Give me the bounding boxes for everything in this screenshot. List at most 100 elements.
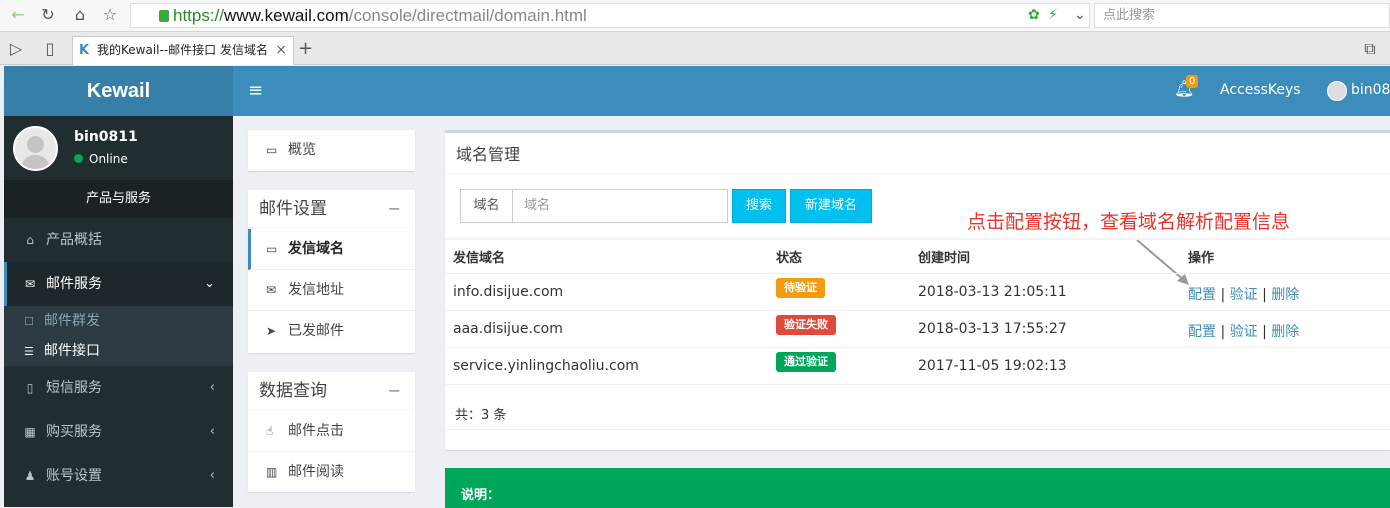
nav-mail-reads[interactable]: ▥ 邮件阅读: [248, 452, 415, 493]
star-icon[interactable]: ☆: [98, 4, 122, 26]
separator: |: [1262, 324, 1267, 340]
overview-box: ▭ 概览: [248, 130, 415, 171]
sidebar-username: bin0811: [74, 129, 138, 145]
nav-overview[interactable]: ▭ 概览: [248, 130, 415, 171]
home-icon[interactable]: ⌂: [68, 4, 92, 26]
annotation-text: 点击配置按钮，查看域名解析配置信息: [967, 211, 1291, 233]
chevron-down-icon: ⌄: [204, 276, 215, 291]
user-icon: ♟: [24, 469, 36, 483]
online-status: Online: [74, 152, 128, 166]
nav-label: 已发邮件: [288, 323, 344, 339]
envelope-icon: ✉: [266, 283, 277, 297]
app: Kewail ≡ 🔔︎ 0 AccessKeys bin0811 bin0811…: [4, 66, 1390, 508]
row-divider: [445, 310, 1390, 311]
verify-link[interactable]: 验证: [1230, 287, 1258, 303]
restore-icon[interactable]: ⧉: [1358, 38, 1382, 60]
annotation-arrow: [1136, 239, 1189, 285]
back-icon[interactable]: ←: [6, 4, 30, 26]
cell-actions: 配置 | 验证 | 删除: [1188, 284, 1299, 304]
top-navbar: ≡ 🔔︎ 0 AccessKeys bin0811: [233, 66, 1390, 116]
url-host: www.kewail.com: [224, 6, 349, 25]
cell-actions: 配置 | 验证 | 删除: [1188, 321, 1299, 341]
nav-label: 发信地址: [288, 282, 344, 298]
address-bar[interactable]: https://www.kewail.com/console/directmai…: [130, 3, 1090, 28]
notification-badge: 0: [1186, 75, 1199, 88]
access-keys-link[interactable]: AccessKeys: [1220, 82, 1301, 98]
sidebar-subitem-mass-mail[interactable]: ☐ 邮件群发: [4, 306, 233, 336]
configure-link[interactable]: 配置: [1188, 324, 1216, 340]
box-title-text: 数据查询: [259, 381, 327, 401]
total-count: 共：3 条: [455, 408, 507, 423]
page-icon[interactable]: ▯: [38, 38, 62, 60]
sidebar-subitem-mail-api[interactable]: ☰ 邮件接口: [4, 336, 233, 366]
collapse-icon[interactable]: −: [388, 190, 401, 228]
sidebar-item-mail-service[interactable]: ✉ 邮件服务 ⌄: [4, 262, 233, 306]
new-tab-button[interactable]: +: [298, 38, 313, 59]
sidebar-item-label: 产品概括: [46, 232, 102, 248]
app-logo[interactable]: Kewail: [4, 66, 233, 116]
status-text: Online: [89, 152, 128, 166]
menu-toggle-icon[interactable]: ≡: [248, 80, 263, 102]
tab-strip: ▷ ▯ K 我的Kewail--邮件接口 发信域名 × + ⧉: [0, 32, 1390, 65]
sidebar-item-overview[interactable]: ⌂ 产品概括: [4, 218, 233, 262]
sidebar-toggle-icon[interactable]: ▷: [4, 38, 28, 60]
sidebar-item-purchase[interactable]: ▦ 购买服务 ‹: [4, 410, 233, 454]
lightning-icon[interactable]: ⚡: [1048, 4, 1058, 26]
row-divider: [445, 429, 1390, 430]
delete-link[interactable]: 删除: [1271, 324, 1299, 340]
close-tab-icon[interactable]: ×: [275, 37, 287, 64]
nav-sent-mail[interactable]: ➤ 已发邮件: [248, 311, 415, 352]
cell-domain: aaa.disijue.com: [453, 321, 563, 337]
mail-settings-title: 邮件设置 −: [248, 190, 415, 228]
verify-link[interactable]: 验证: [1230, 324, 1258, 340]
configure-link[interactable]: 配置: [1188, 287, 1216, 303]
header-domain: 发信域名: [453, 251, 506, 266]
sidebar-item-label: 短信服务: [46, 380, 102, 396]
note-box: 说明：: [445, 468, 1390, 508]
row-divider: [445, 273, 1390, 274]
nav-label: 发信域名: [288, 241, 344, 257]
cell-created: 2018-03-13 21:05:11: [918, 284, 1067, 300]
list-icon: ☰: [24, 345, 34, 358]
separator: |: [1262, 287, 1267, 303]
dropdown-icon[interactable]: ⌄: [1074, 4, 1086, 26]
avatar[interactable]: [1327, 81, 1347, 101]
domain-field-label: 域名: [460, 189, 513, 223]
cell-created: 2018-03-13 17:55:27: [918, 321, 1067, 337]
domain-search-input[interactable]: 域名: [512, 189, 728, 223]
nav-sender-address[interactable]: ✉ 发信地址: [248, 270, 415, 311]
data-query-title: 数据查询 −: [248, 372, 415, 410]
search-button[interactable]: 搜索: [732, 189, 786, 223]
sidebar: bin0811 Online 产品与服务 ⌂ 产品概括 ✉ 邮件服务 ⌄ ☐ 邮件群发 …: [4, 116, 233, 507]
nav-sender-domain[interactable]: ▭ 发信域名: [248, 229, 415, 270]
new-domain-button[interactable]: 新建域名: [790, 189, 872, 223]
header-username[interactable]: bin0811: [1351, 82, 1390, 98]
sidebar-section-header: 产品与服务: [4, 180, 233, 218]
page-title: 域名管理: [456, 145, 521, 164]
status-badge: 通过验证: [776, 352, 836, 372]
extension-icon[interactable]: ✿: [1028, 4, 1040, 26]
separator: |: [1220, 324, 1226, 340]
collapse-icon[interactable]: −: [388, 372, 401, 410]
header-actions: 操作: [1188, 251, 1215, 266]
browser-tab[interactable]: K 我的Kewail--邮件接口 发信域名 ×: [72, 36, 294, 65]
sidebar-item-label: 邮件服务: [46, 276, 102, 292]
nav-label: 邮件阅读: [288, 464, 344, 480]
reload-icon[interactable]: ↻: [36, 4, 60, 26]
sidebar-item-sms[interactable]: ▯ 短信服务 ‹: [4, 366, 233, 410]
nav-label: 邮件点击: [288, 423, 344, 439]
lock-icon: [159, 10, 169, 22]
nav-mail-clicks[interactable]: ☝ 邮件点击: [248, 411, 415, 452]
inbox-icon: ▭: [266, 242, 278, 256]
status-dot-icon: [74, 154, 83, 163]
delete-link[interactable]: 删除: [1271, 287, 1299, 303]
browser-search-input[interactable]: 点此搜索: [1094, 3, 1390, 28]
sidebar-item-label: 购买服务: [46, 424, 102, 440]
envelope-icon: ✉: [24, 277, 36, 291]
grid-icon: ▦: [24, 425, 36, 439]
home-icon: ⌂: [26, 233, 34, 247]
sidebar-item-account[interactable]: ♟ 账号设置 ‹: [4, 454, 233, 498]
separator: |: [1220, 287, 1226, 303]
status-badge: 待验证: [776, 278, 825, 298]
note-title: 说明：: [461, 488, 501, 503]
